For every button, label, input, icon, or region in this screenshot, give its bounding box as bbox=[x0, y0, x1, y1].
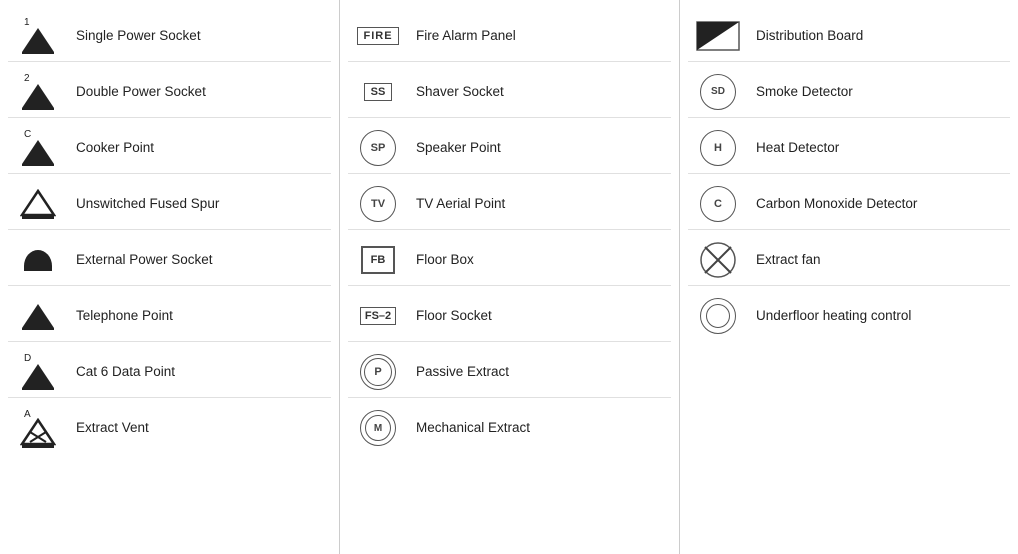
heat-detector-icon: H bbox=[688, 130, 748, 166]
list-item: Distribution Board bbox=[688, 10, 1010, 62]
single-power-socket-label: Single Power Socket bbox=[68, 27, 331, 45]
passive-extract-label: Passive Extract bbox=[408, 363, 671, 381]
distribution-board-label: Distribution Board bbox=[748, 27, 1010, 45]
underfloor-heating-control-label: Underfloor heating control bbox=[748, 307, 1010, 325]
list-item: P Passive Extract bbox=[348, 346, 671, 398]
extract-fan-label: Extract fan bbox=[748, 251, 1010, 269]
floor-box-label: Floor Box bbox=[408, 251, 671, 269]
double-power-socket-label: Double Power Socket bbox=[68, 83, 331, 101]
cooker-point-icon: C bbox=[8, 129, 68, 166]
shaver-socket-icon: SS bbox=[348, 83, 408, 101]
list-item: FB Floor Box bbox=[348, 234, 671, 286]
fire-alarm-panel-icon: FIRE bbox=[348, 27, 408, 45]
cat6-data-point-label: Cat 6 Data Point bbox=[68, 363, 331, 381]
extract-fan-icon bbox=[688, 241, 748, 279]
list-item: H Heat Detector bbox=[688, 122, 1010, 174]
external-power-socket-icon bbox=[8, 246, 68, 274]
speaker-point-label: Speaker Point bbox=[408, 139, 671, 157]
extract-vent-label: Extract Vent bbox=[68, 419, 331, 437]
column-2: FIRE Fire Alarm Panel SS Shaver Socket S… bbox=[340, 0, 680, 554]
column-3: Distribution Board SD Smoke Detector H H… bbox=[680, 0, 1018, 554]
external-power-socket-label: External Power Socket bbox=[68, 251, 331, 269]
heat-detector-label: Heat Detector bbox=[748, 139, 1010, 157]
list-item: C Carbon Monoxide Detector bbox=[688, 178, 1010, 230]
passive-extract-icon: P bbox=[348, 354, 408, 390]
double-power-socket-icon: 2 bbox=[8, 73, 68, 110]
cooker-point-label: Cooker Point bbox=[68, 139, 331, 157]
extract-vent-icon: A bbox=[8, 409, 68, 448]
telephone-point-icon bbox=[8, 302, 68, 330]
distribution-board-icon bbox=[688, 21, 748, 51]
mechanical-extract-icon: M bbox=[348, 410, 408, 446]
legend-grid: 1 Single Power Socket 2 bbox=[0, 0, 1018, 554]
tv-aerial-point-icon: TV bbox=[348, 186, 408, 222]
list-item: M Mechanical Extract bbox=[348, 402, 671, 454]
list-item: TV TV Aerial Point bbox=[348, 178, 671, 230]
list-item: D Cat 6 Data Point bbox=[8, 346, 331, 398]
list-item: C Cooker Point bbox=[8, 122, 331, 174]
list-item: A Extract Vent bbox=[8, 402, 331, 454]
cat6-data-point-icon: D bbox=[8, 353, 68, 390]
fire-alarm-panel-label: Fire Alarm Panel bbox=[408, 27, 671, 45]
unswitched-fused-spur-icon bbox=[8, 189, 68, 219]
smoke-detector-icon: SD bbox=[688, 74, 748, 110]
list-item: Telephone Point bbox=[8, 290, 331, 342]
tv-aerial-point-label: TV Aerial Point bbox=[408, 195, 671, 213]
list-item: 2 Double Power Socket bbox=[8, 66, 331, 118]
mechanical-extract-label: Mechanical Extract bbox=[408, 419, 671, 437]
list-item: SP Speaker Point bbox=[348, 122, 671, 174]
telephone-point-label: Telephone Point bbox=[68, 307, 331, 325]
floor-socket-label: Floor Socket bbox=[408, 307, 671, 325]
floor-box-icon: FB bbox=[348, 246, 408, 274]
carbon-monoxide-detector-icon: C bbox=[688, 186, 748, 222]
speaker-point-icon: SP bbox=[348, 130, 408, 166]
list-item: 1 Single Power Socket bbox=[8, 10, 331, 62]
unswitched-fused-spur-label: Unswitched Fused Spur bbox=[68, 195, 331, 213]
floor-socket-icon: FS–2 bbox=[348, 307, 408, 325]
underfloor-heating-control-icon bbox=[688, 298, 748, 334]
list-item: SD Smoke Detector bbox=[688, 66, 1010, 118]
list-item: FS–2 Floor Socket bbox=[348, 290, 671, 342]
list-item: Unswitched Fused Spur bbox=[8, 178, 331, 230]
list-item: SS Shaver Socket bbox=[348, 66, 671, 118]
single-power-socket-icon: 1 bbox=[8, 17, 68, 54]
list-item: FIRE Fire Alarm Panel bbox=[348, 10, 671, 62]
list-item: Extract fan bbox=[688, 234, 1010, 286]
list-item: External Power Socket bbox=[8, 234, 331, 286]
smoke-detector-label: Smoke Detector bbox=[748, 83, 1010, 101]
carbon-monoxide-detector-label: Carbon Monoxide Detector bbox=[748, 195, 1010, 213]
column-1: 1 Single Power Socket 2 bbox=[0, 0, 340, 554]
shaver-socket-label: Shaver Socket bbox=[408, 83, 671, 101]
list-item: Underfloor heating control bbox=[688, 290, 1010, 342]
